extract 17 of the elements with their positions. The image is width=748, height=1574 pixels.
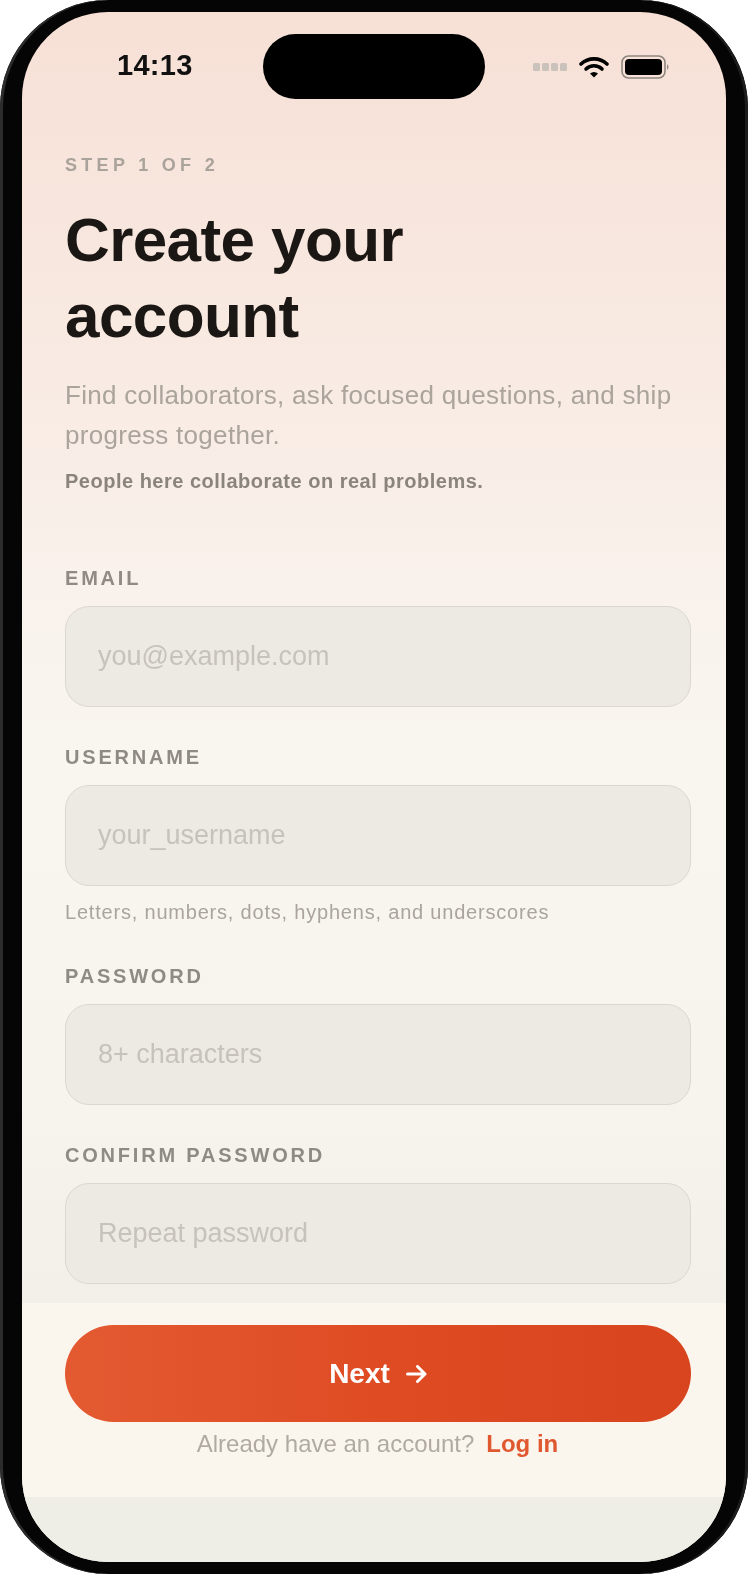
next-button[interactable]: Next: [65, 1325, 691, 1422]
wifi-icon: [579, 55, 609, 78]
field-hint: Letters, numbers, dots, hyphens, and underscores: [65, 900, 551, 924]
field-label: USERNAME: [65, 745, 203, 769]
login-prompt-text: Already have an account?: [196, 1430, 475, 1458]
step-indicator: STEP 1 OF 2: [65, 154, 220, 177]
field-label: CONFIRM PASSWORD: [65, 1143, 326, 1167]
field-label: EMAIL: [65, 566, 143, 590]
field-label: PASSWORD: [65, 964, 205, 988]
subtitle-text: Find collaborators, ask focused questions, and ship progress together.: [65, 379, 673, 452]
tagline-text: People here collaborate on real problems.: [65, 469, 485, 494]
page-title: Create your account: [65, 204, 404, 352]
signal-dots-icon: [533, 62, 567, 71]
status-time: 14:13: [117, 49, 193, 81]
battery-icon: [621, 54, 670, 79]
arrow-right-icon: [405, 1364, 427, 1383]
login-link[interactable]: Log in: [486, 1430, 559, 1458]
